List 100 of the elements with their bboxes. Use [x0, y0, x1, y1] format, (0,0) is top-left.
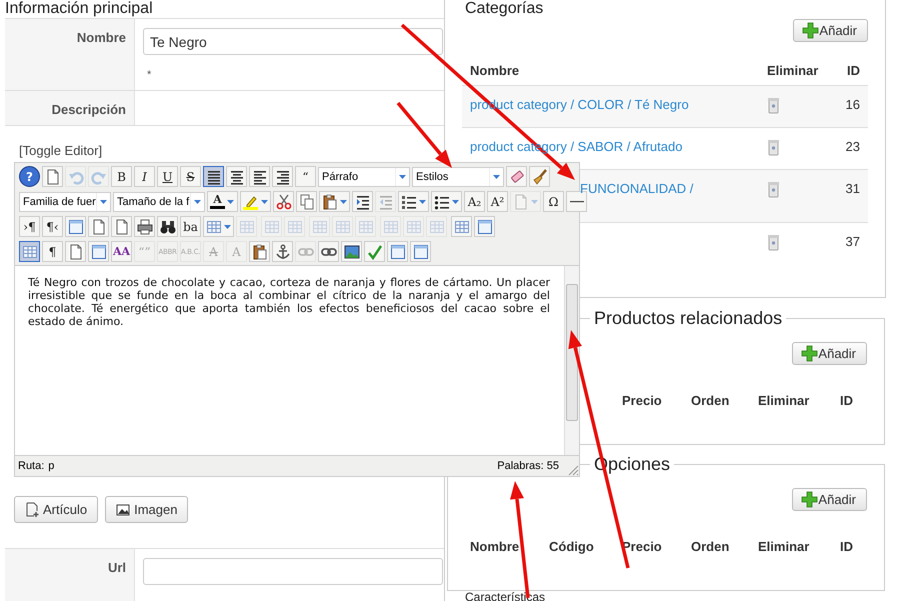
caret-icon [418, 198, 426, 206]
table-icon [264, 218, 280, 234]
toolbar-dropdown-button[interactable] [398, 191, 429, 212]
toolbar-button[interactable]: ›¶ [19, 216, 40, 237]
clipboard-icon [322, 194, 338, 210]
toolbar-dropdown[interactable]: Tamaño de la f [113, 192, 205, 212]
text-field[interactable] [143, 558, 443, 585]
caret-icon [338, 198, 348, 206]
toolbar-dropdown-button[interactable] [431, 191, 462, 212]
toolbar-button[interactable] [203, 166, 224, 187]
caret-icon [193, 198, 202, 206]
table-icon [382, 218, 398, 234]
insert-button[interactable]: Artículo [14, 496, 98, 523]
toolbar-dropdown[interactable]: Párrafo [318, 166, 410, 186]
trash-icon [767, 181, 780, 198]
path-link[interactable]: p [48, 460, 54, 472]
column-header: Orden [691, 392, 730, 408]
plus-icon [801, 345, 818, 362]
caret-icon [450, 198, 460, 206]
category-link[interactable]: FUNCIONALIDAD / [580, 181, 694, 196]
section-title: Características [465, 591, 546, 601]
column-header: Orden [691, 538, 730, 554]
field-label: Url [5, 549, 135, 601]
frame-icon [90, 244, 106, 260]
toolbar-button[interactable]: U [157, 166, 178, 187]
column-header: ID [846, 62, 861, 78]
caret-icon [260, 198, 268, 206]
text-align-icon [228, 168, 244, 184]
section-title: Productos relacionados [593, 308, 784, 328]
page-plus-icon [25, 502, 39, 518]
toolbar-dropdown[interactable]: Familia de fuer [19, 192, 111, 212]
table-icon [428, 218, 444, 234]
table-cell-text: 31 [844, 180, 861, 198]
toolbar-dropdown-button[interactable] [319, 191, 350, 212]
add-button[interactable]: Añadir [793, 19, 868, 42]
bullet-list-icon [434, 194, 450, 210]
toolbar-button[interactable]: ba [180, 216, 201, 237]
add-button[interactable]: Añadir [792, 488, 867, 511]
column-header: Eliminar [758, 392, 810, 408]
caret-icon [222, 222, 232, 230]
toolbar-button[interactable]: B [111, 166, 132, 187]
column-header: Eliminar [758, 538, 810, 554]
text-align-icon [206, 168, 222, 184]
color-picker-button[interactable] [240, 191, 271, 212]
insert-button[interactable]: Imagen [105, 496, 188, 523]
table-icon [286, 218, 302, 234]
page-icon [512, 194, 528, 210]
toolbar-button[interactable]: “ [295, 166, 316, 187]
binoculars-icon [160, 218, 176, 234]
toolbar-dropdown[interactable]: Estilos [412, 166, 504, 186]
image-icon [116, 502, 130, 516]
table-cell-text: 16 [844, 96, 861, 114]
text-field[interactable]: Te Negro [143, 28, 443, 55]
scrollbar[interactable] [564, 266, 579, 455]
table-icon [238, 218, 254, 234]
help-button[interactable]: ? [19, 166, 40, 187]
plus-icon [802, 22, 820, 39]
description-text: Té Negro con trozos de chocolate y cacao, corteza de naranja y flores de cártamo. Un placer irresistible que se funde en la boca al combinar el cítrico de la naranja y el amargo del chocolate. Té energético que aporta también los efectos beneficiosos del cacao sobre el estado de ánimo. [28, 276, 550, 328]
toolbar-button[interactable]: A₂ [464, 191, 485, 212]
table-icon [334, 218, 350, 234]
caret-icon [530, 198, 538, 206]
column-header: ID [840, 538, 854, 554]
table-icon [312, 218, 328, 234]
spellcheck-icon [366, 244, 382, 260]
trash-icon [767, 234, 780, 251]
clipboard-icon [252, 244, 268, 260]
caret-icon [398, 172, 407, 180]
color-picker-button[interactable]: A [207, 191, 238, 212]
page-icon [114, 218, 130, 234]
trash-icon [767, 139, 780, 156]
toolbar-button[interactable]: Ω [543, 191, 564, 212]
printer-icon [136, 218, 152, 234]
frame-icon [68, 218, 84, 234]
toolbar-button[interactable]: ¶‹ [42, 216, 63, 237]
toolbar-button[interactable]: AA [111, 241, 132, 262]
caret-icon [226, 198, 235, 206]
required-mark: * [147, 69, 152, 81]
copy-icon [298, 194, 314, 210]
caret-icon [99, 198, 108, 206]
column-header: ID [840, 392, 854, 408]
toolbar-button[interactable]: ¶ [42, 241, 63, 262]
frame-icon [412, 244, 428, 260]
table-icon [22, 244, 38, 260]
column-header: Nombre [470, 538, 520, 554]
toolbar-button[interactable]: I [134, 166, 155, 187]
image-icon [344, 244, 360, 260]
table-cell-text: 23 [844, 138, 861, 156]
section-title: Información principal [5, 0, 154, 18]
text-align-icon [274, 168, 290, 184]
toggle-editor-link[interactable]: [Toggle Editor] [19, 143, 102, 158]
outdent-icon [378, 194, 394, 210]
field-label: Descripción [5, 91, 135, 125]
text-align-icon [252, 168, 268, 184]
anchor-icon [274, 244, 290, 260]
page-icon [68, 244, 84, 260]
add-button[interactable]: Añadir [792, 342, 867, 365]
column-header: Precio [622, 392, 663, 408]
toolbar-button[interactable]: S [180, 166, 201, 187]
toolbar-button[interactable]: A² [487, 191, 508, 212]
column-header: Código [549, 538, 595, 554]
